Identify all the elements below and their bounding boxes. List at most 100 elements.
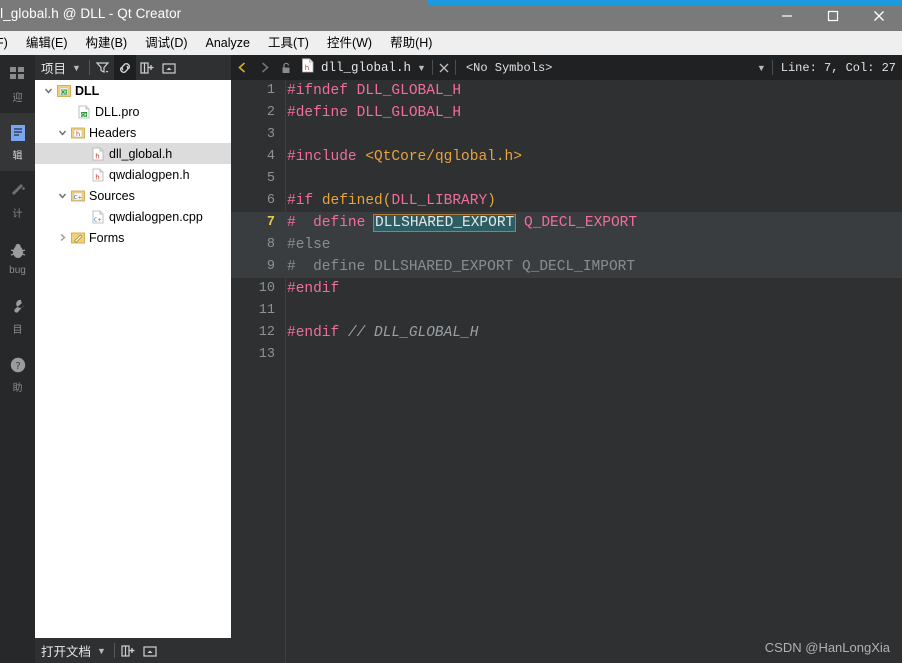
code-line[interactable]: 5 [231,168,902,190]
open-documents-chevron-down-icon[interactable]: ▼ [91,646,112,656]
code-line[interactable]: 4 #include <QtCore/qglobal.h> [231,146,902,168]
close-panel-icon[interactable] [158,55,180,80]
svg-text:C+: C+ [73,195,81,201]
divider [454,60,456,75]
filter-icon[interactable] [92,55,114,80]
tree-item-qwdialogpen-h[interactable]: h qwdialogpen.h [35,164,231,185]
code-line[interactable]: 9 # define DLLSHARED_EXPORT Q_DECL_IMPORT [231,256,902,278]
project-tree[interactable]: Qt DLL Qt DLL.pro h Headers h dll_global… [35,80,231,638]
tree-item-dll-global-h[interactable]: h dll_global.h [35,143,231,164]
line-number: 6 [266,193,275,208]
sources-folder-icon: C+ [69,185,86,206]
code-token: #endif [287,325,348,341]
close-panel-icon[interactable] [139,638,161,663]
symbol-chevron-down-icon[interactable]: ▼ [751,63,772,73]
editor-file-chevron-down-icon[interactable]: ▼ [411,63,432,73]
mode-help[interactable]: ? 助 [0,345,35,403]
tree-item-qwdialogpen-h-label: qwdialogpen.h [109,167,190,182]
close-editor-icon[interactable] [433,55,455,80]
menu-item-window[interactable]: 控件(W) [318,31,381,55]
code-line[interactable]: 13 [231,344,902,366]
mode-design[interactable]: 计 [0,171,35,229]
mode-debug[interactable]: bug [0,229,35,287]
maximize-button[interactable] [810,0,856,31]
code-token: #if [287,193,322,209]
tree-item-headers-label: Headers [89,125,137,140]
project-panel-title: 项目 [41,62,67,76]
menu-item-build[interactable]: 构建(B) [76,31,136,55]
code-line[interactable]: 2 #define DLL_GLOBAL_H [231,102,902,124]
code-text: #if defined(DLL_LIBRARY) [287,190,496,212]
svg-text:Qt: Qt [81,112,87,118]
line-col-indicator[interactable]: Line: 7, Col: 27 [781,61,896,75]
menu-item-help[interactable]: 帮助(H) [381,31,441,55]
forward-arrow-icon[interactable] [253,55,275,80]
code-lines[interactable]: 1 #ifndef DLL_GLOBAL_H 2 #define DLL_GLOBAL… [231,80,902,366]
code-line[interactable]: 3 [231,124,902,146]
tree-item-dll[interactable]: Qt DLL [35,80,231,101]
forms-folder-icon [69,227,86,248]
line-number: 13 [258,347,275,362]
highlighted-symbol: DLLSHARED_EXPORT [373,214,517,232]
code-editor[interactable]: 1 #ifndef DLL_GLOBAL_H 2 #define DLL_GLOBAL… [231,80,902,663]
unlock-icon[interactable] [275,55,297,80]
divider [88,60,90,75]
line-number: 11 [258,303,275,318]
chevron-down-icon[interactable] [55,185,69,206]
code-line[interactable]: 8 #else [231,234,902,256]
split-add-icon[interactable] [136,55,158,80]
mode-welcome-label: 迎 [12,93,23,104]
editor-file-selector[interactable]: h dll_global.h [301,57,412,78]
code-token: DLL_LIBRARY [391,193,488,209]
tree-item-forms[interactable]: Forms [35,227,231,248]
symbol-selector[interactable]: <No Symbols> [466,61,552,75]
project-selector-chevron-down-icon[interactable]: ▼ [66,63,87,73]
tree-item-qwdialogpen-cpp[interactable]: C+ qwdialogpen.cpp [35,206,231,227]
close-button[interactable] [856,0,902,31]
menu-item-file[interactable]: F) [0,31,17,55]
editor-filename: dll_global.h [321,60,412,75]
code-line[interactable]: 10 #endif [231,278,902,300]
pro-file-icon: Qt [75,101,92,122]
link-icon[interactable] [113,55,136,80]
editor-area: h dll_global.h ▼ <No Symbols> ▼ Line: 7,… [231,55,902,663]
header-file-icon: h [89,164,106,185]
tree-item-headers[interactable]: h Headers [35,122,231,143]
tree-item-sources[interactable]: C+ Sources [35,185,231,206]
code-token: # define [287,215,375,231]
tree-item-dll-pro-label: DLL.pro [95,104,140,119]
code-line[interactable]: 1 #ifndef DLL_GLOBAL_H [231,80,902,102]
code-token: defined [321,193,383,209]
split-add-icon[interactable] [117,638,139,663]
projects-wrench-icon [9,296,27,318]
chevron-down-icon[interactable] [55,122,69,143]
code-text: # define DLLSHARED_EXPORT Q_DECL_EXPORT [287,212,637,234]
edit-document-icon [9,122,27,144]
tree-item-dll-global-h-label: dll_global.h [109,146,173,161]
mode-edit[interactable]: 辑 [0,113,35,171]
mode-projects[interactable]: 目 [0,287,35,345]
line-number: 9 [266,259,275,274]
menu-item-analyze[interactable]: Analyze [197,31,259,55]
code-line[interactable]: 7 # define DLLSHARED_EXPORT Q_DECL_EXPORT [231,212,902,234]
code-token: # define DLLSHARED_EXPORT Q_DECL_IMPORT [287,259,636,275]
back-arrow-icon[interactable] [231,55,253,80]
minimize-button[interactable] [764,0,810,31]
code-line[interactable]: 11 [231,300,902,322]
menu-item-debug[interactable]: 调试(D) [136,31,196,55]
mode-welcome[interactable]: 迎 [0,55,35,113]
code-line[interactable]: 6 #if defined(DLL_LIBRARY) [231,190,902,212]
window-title: ll_global.h @ DLL - Qt Creator [0,6,182,21]
help-question-icon: ? [9,354,27,376]
chevron-down-icon[interactable] [41,80,55,101]
chevron-right-icon[interactable] [55,227,69,248]
menu-item-edit[interactable]: 编辑(E) [17,31,77,55]
open-documents-title: 打开文档 [41,645,92,659]
tree-item-dll-pro[interactable]: Qt DLL.pro [35,101,231,122]
line-number: 2 [266,105,275,120]
menu-item-tools[interactable]: 工具(T) [259,31,318,55]
line-number: 4 [266,149,275,164]
code-line[interactable]: 12 #endif // DLL_GLOBAL_H [231,322,902,344]
mode-design-label: 计 [12,209,23,220]
